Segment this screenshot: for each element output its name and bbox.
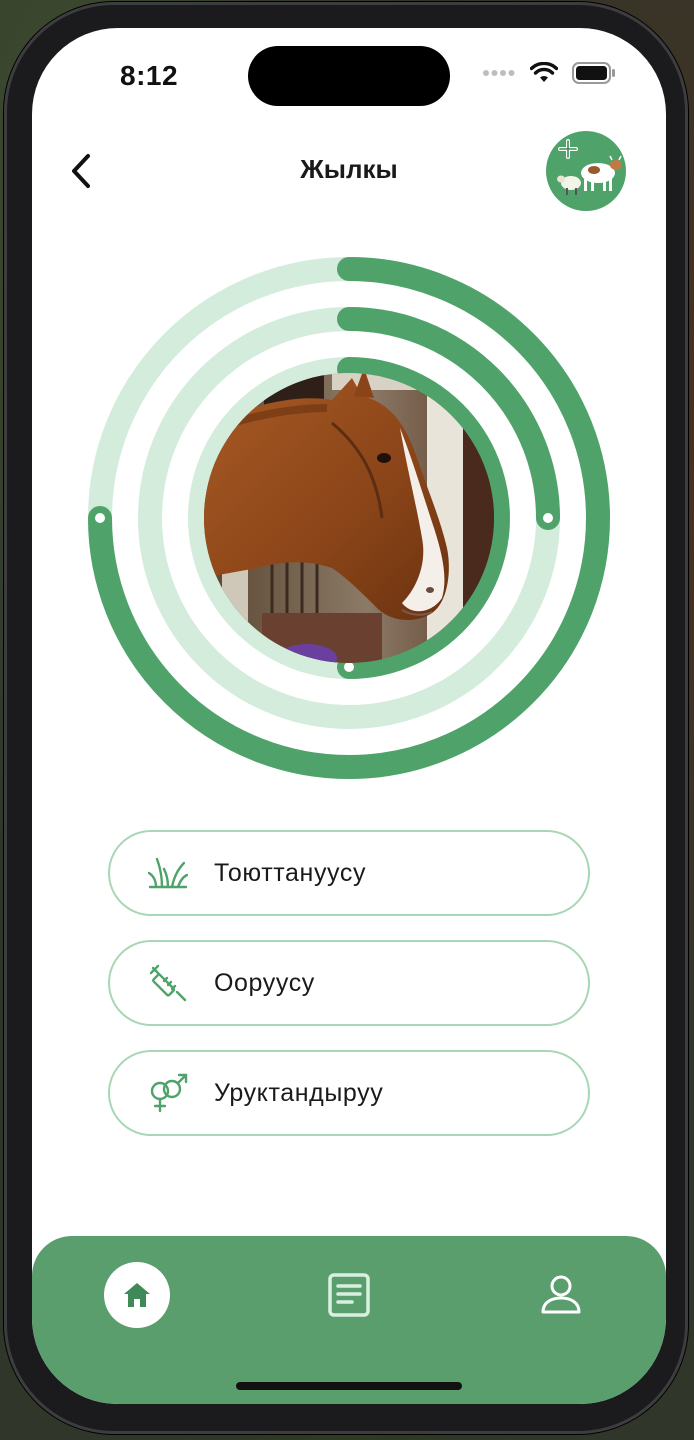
disease-label: Ооруусу bbox=[214, 968, 315, 997]
status-time: 8:12 bbox=[120, 60, 179, 91]
dynamic-island bbox=[248, 46, 450, 106]
add-livestock-button[interactable] bbox=[546, 131, 626, 211]
feeding-button[interactable]: Тоюттануусу bbox=[108, 830, 590, 916]
home-indicator bbox=[236, 1382, 462, 1390]
nav-profile-tab[interactable] bbox=[528, 1262, 594, 1328]
inner-ring-end-dot bbox=[344, 662, 354, 672]
document-icon bbox=[328, 1273, 370, 1317]
wifi-icon bbox=[530, 62, 558, 82]
signal-dots-icon bbox=[483, 70, 515, 76]
middle-ring-end-dot bbox=[543, 513, 553, 523]
phone-frame: 8:12 Жылкы Тоюттануусу Ооруусу Уруктанды… bbox=[4, 2, 688, 1434]
syringe-icon bbox=[148, 963, 188, 1003]
nav-documents-tab[interactable] bbox=[316, 1262, 382, 1328]
profile-icon bbox=[541, 1275, 581, 1314]
grass-icon bbox=[148, 853, 188, 893]
care-menu: Тоюттануусу Ооруусу Уруктандыруу bbox=[108, 830, 590, 1160]
battery-icon bbox=[572, 62, 615, 84]
home-icon bbox=[124, 1283, 150, 1307]
bottom-navigation bbox=[32, 1236, 666, 1404]
feeding-label: Тоюттануусу bbox=[214, 858, 367, 887]
gender-icon bbox=[148, 1073, 188, 1113]
breeding-label: Уруктандыруу bbox=[214, 1078, 384, 1107]
progress-rings bbox=[88, 257, 610, 779]
status-icons bbox=[482, 62, 616, 84]
outer-ring-end-dot bbox=[95, 513, 105, 523]
nav-home-tab[interactable] bbox=[104, 1262, 170, 1328]
add-livestock-icon bbox=[557, 139, 622, 195]
app-screen: 8:12 Жылкы Тоюттануусу Ооруусу Уруктанды… bbox=[32, 28, 666, 1404]
disease-button[interactable]: Ооруусу bbox=[108, 940, 590, 1026]
breeding-button[interactable]: Уруктандыруу bbox=[108, 1050, 590, 1136]
